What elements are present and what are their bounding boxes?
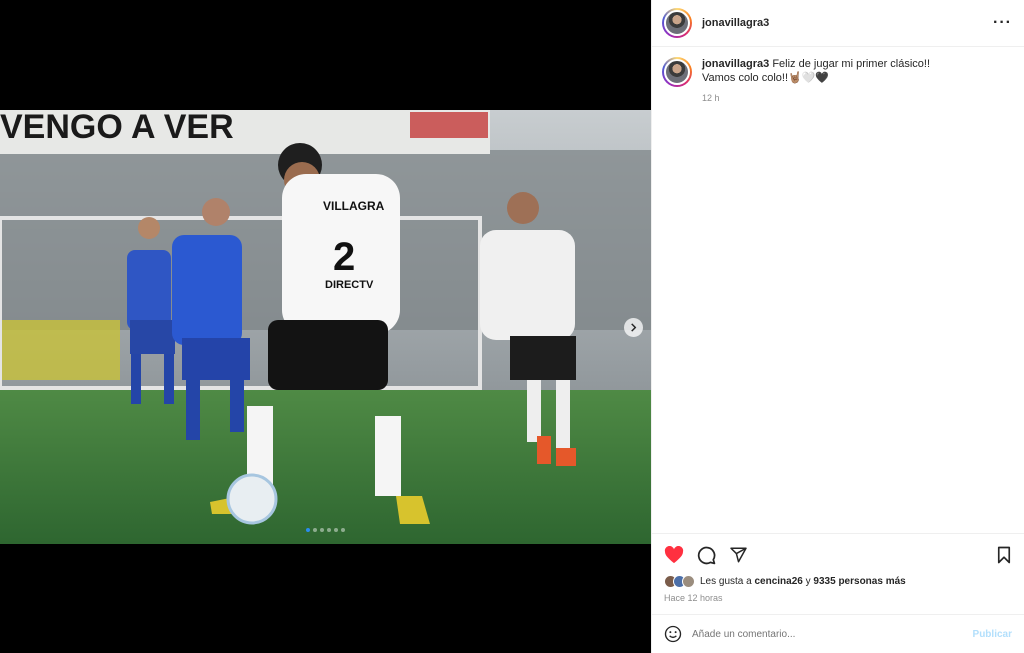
banner-text: VENGO A VER: [0, 110, 234, 146]
carousel-next-button[interactable]: [624, 318, 643, 337]
author-username[interactable]: jonavillagra3: [702, 17, 769, 29]
likes-count[interactable]: 9335 personas más: [813, 576, 905, 587]
post-timestamp[interactable]: Hace 12 horas: [664, 593, 1012, 603]
carousel-dot: [334, 528, 338, 532]
heart-icon[interactable]: [664, 546, 684, 564]
post-actions: Les gusta a cencina26 y 9335 personas má…: [652, 533, 1024, 603]
carousel-dot: [341, 528, 345, 532]
jersey-name: VILLAGRA: [323, 199, 385, 213]
jersey-sponsor: DIRECTV: [325, 279, 374, 291]
comment-input[interactable]: [692, 628, 973, 640]
liker-avatar[interactable]: [682, 575, 695, 588]
post-header: jonavillagra3 ···: [652, 0, 1024, 47]
more-options-icon[interactable]: ···: [993, 15, 1012, 31]
post-side-panel: jonavillagra3 ··· jonavillagra3 Feliz de…: [651, 0, 1024, 653]
carousel-dot: [327, 528, 331, 532]
post-caption: jonavillagra3 Feliz de jugar mi primer c…: [652, 47, 1024, 115]
caption-timestamp[interactable]: 12 h: [702, 91, 930, 105]
author-avatar[interactable]: [662, 8, 692, 38]
emoji-icon[interactable]: [664, 625, 682, 643]
likes-prefix: Les gusta a: [700, 576, 755, 587]
share-icon[interactable]: [729, 546, 748, 564]
caption-text: Feliz de jugar mi primer clásico!!: [772, 58, 931, 70]
caption-username[interactable]: jonavillagra3: [702, 58, 769, 70]
chevron-right-icon: [631, 323, 637, 332]
likes-connector: y: [802, 576, 814, 587]
media-viewer: VENGO A VER VILLAGRA 2 DIRECTV: [0, 0, 651, 653]
liker-username[interactable]: cencina26: [754, 576, 802, 587]
comment-icon[interactable]: [697, 546, 716, 565]
post-photo[interactable]: VENGO A VER VILLAGRA 2 DIRECTV: [0, 110, 651, 544]
carousel-indicator: [0, 528, 651, 532]
caption-avatar[interactable]: [662, 57, 692, 87]
caption-line-2: Vamos colo colo!!🤘🏽🤍🖤: [702, 72, 830, 84]
carousel-dot: [320, 528, 324, 532]
carousel-dot: [313, 528, 317, 532]
bookmark-icon[interactable]: [996, 546, 1012, 564]
publish-button[interactable]: Publicar: [973, 629, 1012, 640]
likes-summary: Les gusta a cencina26 y 9335 personas má…: [664, 575, 1012, 588]
carousel-dot: [306, 528, 310, 532]
jersey-number: 2: [333, 235, 355, 279]
comment-bar: Publicar: [652, 614, 1024, 653]
